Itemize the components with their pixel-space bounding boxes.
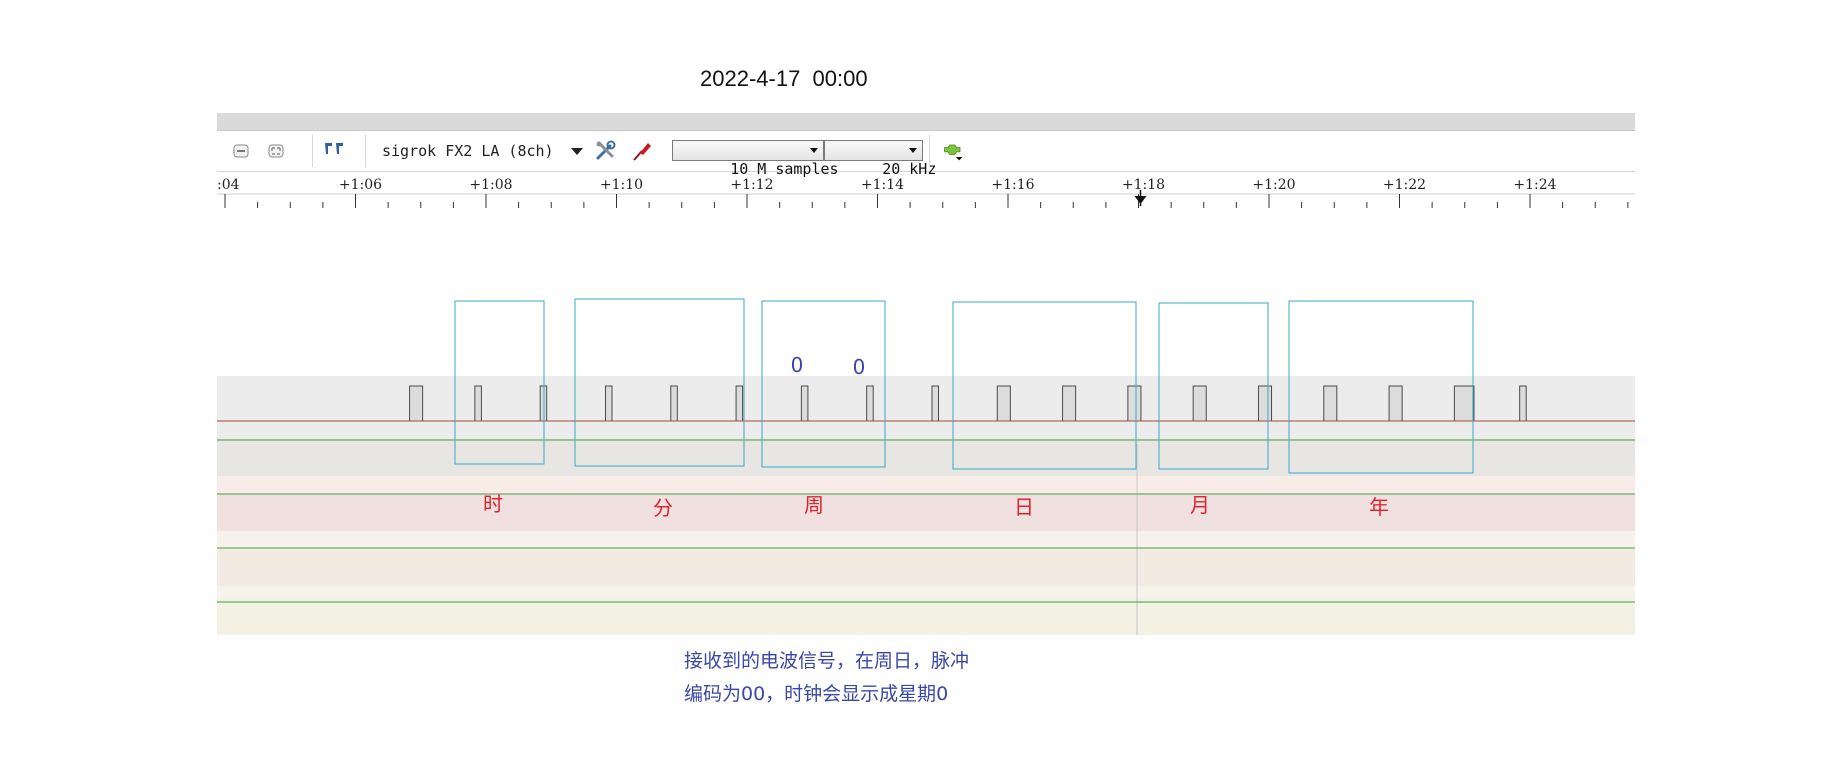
ruler-tick-label: +1:06 [339,177,382,193]
configure-device-icon [596,140,616,160]
channel-row-7 [217,598,1635,635]
ruler-tick-label: +1:18 [1122,177,1165,193]
cursor-marker-icon [325,143,343,154]
capture-datetime: 2022-4-17 00:00 [700,66,868,91]
ruler-tick-label: +1:14 [861,177,904,193]
pulseview-window: sigrok FX2 LA (8ch) 10 M samples 20 kHz [217,113,1635,635]
caption-line-1: 接收到的电波信号，在周日，脉冲 [684,650,970,672]
channel-row-1 [217,439,1635,476]
ruler-tick-label: +1:22 [1383,177,1426,193]
ruler-tick-label: +1:08 [469,177,512,193]
add-decoder-button[interactable] [942,139,966,163]
zoom-original-icon [268,144,284,158]
window-top-bar [217,113,1635,131]
zoom-fit-icon [233,144,249,158]
ruler-tick-label: +1:12 [730,177,773,193]
probe-icon [633,143,651,161]
caption: 接收到的电波信号，在周日，脉冲 编码为00，时钟会显示成星期0 [684,645,1064,711]
zoom-fit-button[interactable] [229,139,253,163]
decoder-icon [944,144,963,161]
main-toolbar: sigrok FX2 LA (8ch) 10 M samples 20 kHz [217,131,1635,178]
configure-device-button[interactable] [594,139,618,163]
time-ruler-scale: :04 +1:06 +1:08 +1:10 +1:12 +1:14 +1:16 +1:18 +1… [217,177,1635,208]
ruler-tick-label: +1:24 [1513,177,1556,193]
sample-count-select[interactable]: 10 M samples [672,140,839,178]
caption-line-2: 编码为00，时钟会显示成星期0 [684,683,949,705]
sample-rate-select[interactable]: 20 kHz [824,140,936,178]
channel-area[interactable] [217,376,1635,635]
ruler-tick-label: +1:20 [1252,177,1295,193]
channel-row-4 [217,531,1635,549]
channel-row-6 [217,586,1635,598]
device-selector[interactable]: sigrok FX2 LA (8ch) [382,142,554,160]
channel-row-2 [217,476,1635,494]
channel-row-0 [217,376,1635,439]
ruler-tick-label: +1:10 [600,177,643,193]
ruler-tick-label: :04 [217,177,240,193]
ruler-tick-label: +1:16 [991,177,1034,193]
time-ruler[interactable]: :04 +1:06 +1:08 +1:10 +1:12 +1:14 +1:16 +1:18 +1… [217,172,1635,232]
cursor-button[interactable] [323,139,347,163]
zoom-original-button[interactable] [264,139,288,163]
probe-button[interactable] [630,139,654,163]
channel-row-5 [217,549,1635,586]
device-dropdown-arrow[interactable] [571,148,583,155]
channel-row-3 [217,494,1635,531]
